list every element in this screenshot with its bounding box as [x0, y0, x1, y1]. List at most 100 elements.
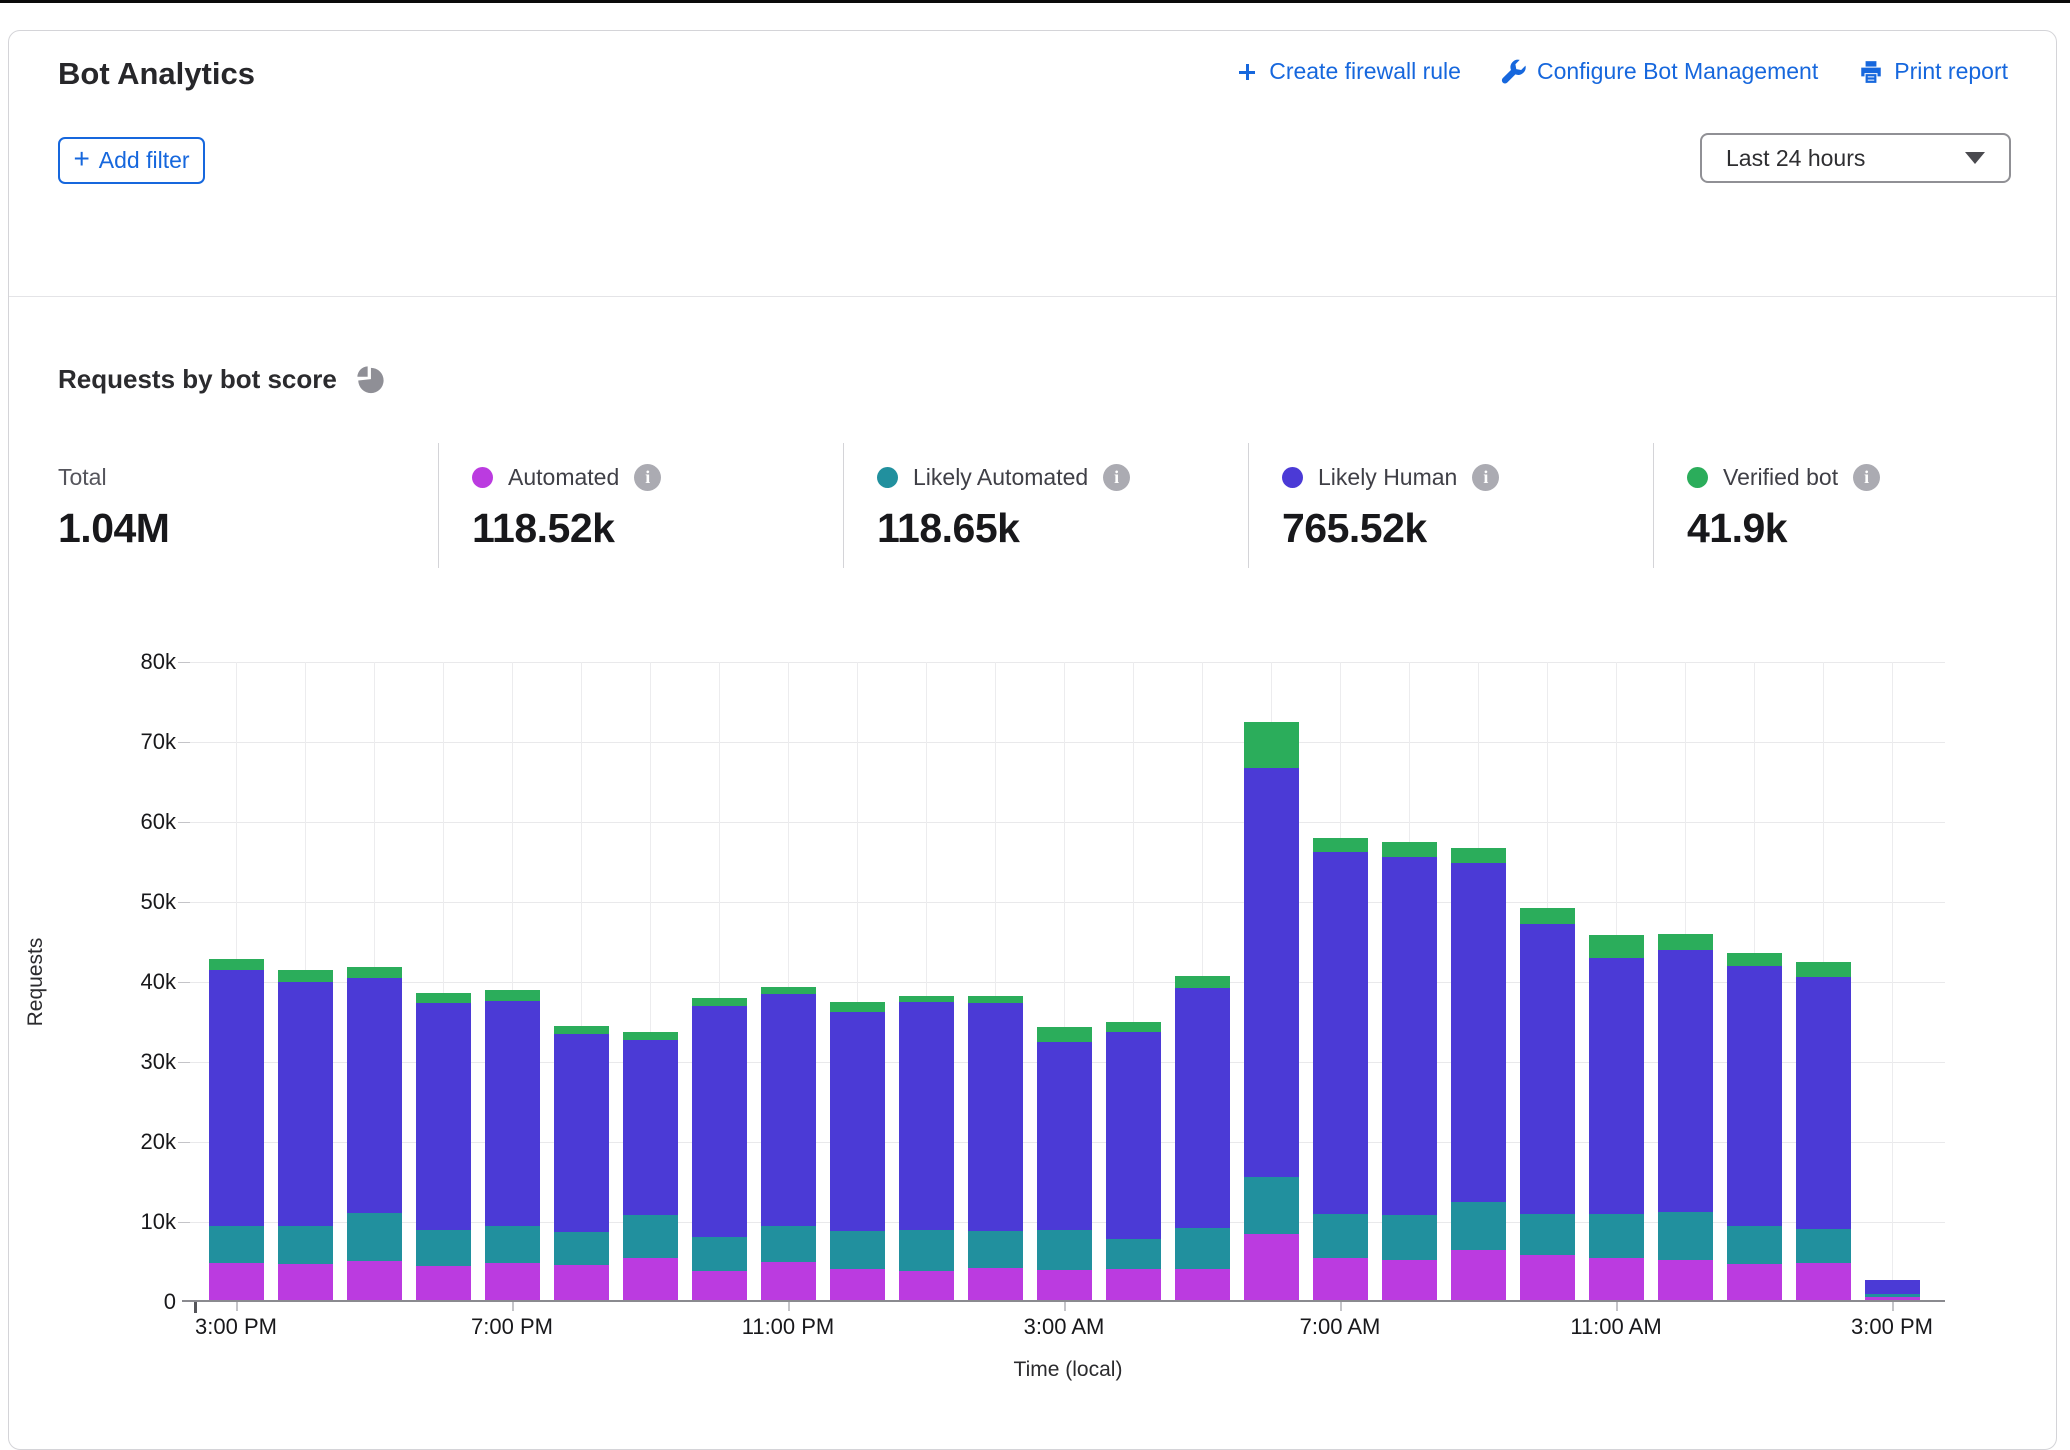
info-icon[interactable]: i [1472, 464, 1499, 491]
automated-segment [416, 1266, 471, 1300]
x-tick-label: 3:00 AM [1024, 1314, 1105, 1340]
x-tick-label: 7:00 AM [1300, 1314, 1381, 1340]
likely-human-segment [1520, 924, 1575, 1214]
verified-bot-segment [968, 996, 1023, 1003]
wrench-icon [1501, 59, 1527, 85]
y-gridline [190, 742, 1945, 743]
y-axis-title: Requests [24, 938, 48, 1027]
verified-bot-segment [1106, 1022, 1161, 1032]
automated-segment [830, 1269, 885, 1300]
verified-bot-segment [485, 990, 540, 1000]
info-icon[interactable]: i [634, 464, 661, 491]
likely-human-segment [1796, 977, 1851, 1229]
x-tick [1340, 1302, 1342, 1311]
automated-legend-dot [472, 467, 493, 488]
axis-origin-tick [194, 1302, 197, 1313]
likely-automated-segment [761, 1226, 816, 1263]
stacked-bar [692, 998, 747, 1300]
y-tick [178, 742, 190, 743]
likely-human-segment [1589, 958, 1644, 1215]
y-gridline [190, 662, 1945, 663]
create-firewall-rule-link[interactable]: Create firewall rule [1235, 58, 1461, 85]
automated-segment [1382, 1260, 1437, 1300]
stacked-bar [1589, 935, 1644, 1300]
automated-segment [623, 1258, 678, 1300]
print-report-label: Print report [1894, 58, 2008, 85]
verified-bot-segment [1244, 722, 1299, 768]
y-tick-label: 10k [116, 1209, 176, 1235]
verified-bot-segment [692, 998, 747, 1006]
x-axis-line [182, 1300, 1945, 1302]
stacked-bar [1520, 908, 1575, 1300]
likely-human-segment [968, 1003, 1023, 1231]
likely-automated-segment [1106, 1239, 1161, 1269]
plus-icon: + [73, 143, 89, 175]
time-range-dropdown[interactable]: Last 24 hours [1700, 133, 2011, 183]
likely-human-segment [623, 1040, 678, 1215]
section-heading: Requests by bot score [58, 364, 385, 395]
automated-segment [1037, 1270, 1092, 1300]
stacked-bar [209, 959, 264, 1300]
configure-bot-management-link[interactable]: Configure Bot Management [1501, 58, 1818, 85]
likely-human-segment [485, 1001, 540, 1227]
stat-automated: Automated i 118.52k [472, 462, 661, 552]
likely-automated-segment [416, 1230, 471, 1266]
stat-likely-human-value: 765.52k [1282, 505, 1499, 552]
verified-bot-segment [209, 959, 264, 969]
x-axis-title: Time (local) [1014, 1358, 1123, 1382]
header-divider [9, 296, 2056, 297]
likely-automated-segment [623, 1215, 678, 1258]
x-tick-label: 11:00 AM [1570, 1314, 1661, 1340]
stacked-bar [1244, 722, 1299, 1300]
bar-chart-plot-area: 010k20k30k40k50k60k70k80k3:00 PM7:00 PM1… [190, 662, 1945, 1302]
stacked-bar [485, 990, 540, 1300]
stat-verified-bot: Verified bot i 41.9k [1687, 462, 1880, 552]
add-filter-label: Add filter [99, 147, 190, 174]
likely-human-segment [416, 1003, 471, 1229]
y-tick-label: 30k [116, 1049, 176, 1075]
info-icon[interactable]: i [1853, 464, 1880, 491]
stat-likely-automated-value: 118.65k [877, 505, 1130, 552]
likely-human-segment [761, 994, 816, 1225]
y-gridline [190, 902, 1945, 903]
verified-bot-segment [761, 987, 816, 994]
stat-likely-automated-label: Likely Automated [913, 464, 1088, 491]
verified-bot-segment [1796, 962, 1851, 977]
automated-segment [1865, 1297, 1920, 1300]
stacked-bar [1037, 1027, 1092, 1300]
y-tick [178, 1222, 190, 1223]
verified-bot-segment [1520, 908, 1575, 924]
section-heading-text: Requests by bot score [58, 364, 337, 395]
automated-segment [1106, 1269, 1161, 1300]
x-tick [1616, 1302, 1618, 1311]
y-gridline [190, 822, 1945, 823]
automated-segment [899, 1271, 954, 1300]
stat-total-label: Total [58, 464, 107, 491]
x-tick [512, 1302, 514, 1311]
likely-automated-segment [692, 1237, 747, 1271]
likely-human-segment [1451, 863, 1506, 1202]
print-report-link[interactable]: Print report [1858, 58, 2008, 85]
likely-automated-segment [209, 1226, 264, 1263]
likely-human-segment [1865, 1280, 1920, 1294]
x-tick-label: 11:00 PM [742, 1314, 835, 1340]
automated-segment [347, 1261, 402, 1300]
likely-automated-segment [1244, 1177, 1299, 1234]
x-tick [1892, 1302, 1894, 1311]
info-icon[interactable]: i [1103, 464, 1130, 491]
likely-automated-segment [968, 1231, 1023, 1268]
stat-total: Total 1.04M [58, 462, 169, 552]
stacked-bar [761, 987, 816, 1300]
likely-automated-segment [899, 1230, 954, 1272]
likely-human-segment [1727, 966, 1782, 1225]
likely-human-segment [1244, 768, 1299, 1177]
likely-automated-segment [1037, 1230, 1092, 1269]
likely-automated-legend-dot [877, 467, 898, 488]
automated-segment [1727, 1264, 1782, 1300]
verified-bot-segment [1175, 976, 1230, 988]
add-filter-button[interactable]: + Add filter [58, 137, 205, 184]
stat-divider [1653, 443, 1654, 568]
stacked-bar [278, 970, 333, 1300]
automated-segment [1175, 1269, 1230, 1300]
stat-automated-label: Automated [508, 464, 619, 491]
